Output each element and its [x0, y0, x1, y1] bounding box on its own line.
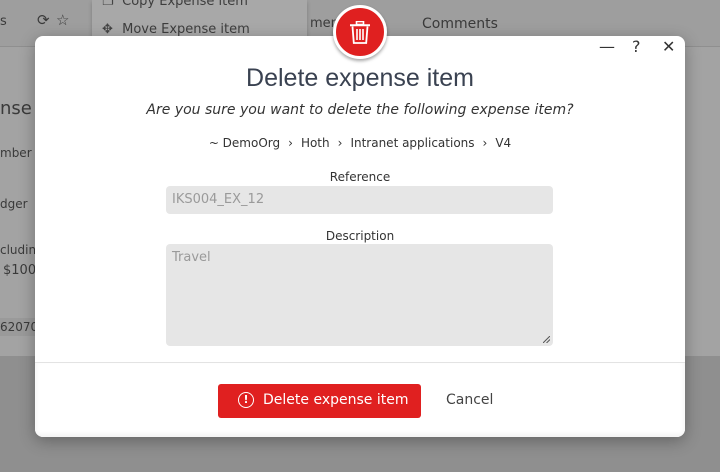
background-menu-item-label: Copy Expense item — [122, 0, 248, 9]
breadcrumb-item: Intranet applications — [350, 136, 475, 150]
description-label: Description — [325, 229, 395, 243]
background-topbar-text: s — [0, 14, 7, 29]
breadcrumb-separator-icon: › — [482, 136, 488, 150]
refresh-icon: ⟳ — [37, 11, 50, 29]
background-side-label: dger — [0, 197, 28, 211]
background-side-label: 62070 — [0, 320, 39, 334]
background-side-label: cludin — [0, 243, 37, 257]
close-button[interactable]: ✕ — [662, 38, 675, 56]
background-context-menu: ❐ Copy Expense item ✥ Move Expense item — [92, 0, 307, 40]
background-menu-item-copy: ❐ Copy Expense item — [102, 0, 248, 9]
breadcrumb: ~ DemoOrg › Hoth › Intranet applications › V4 — [0, 136, 720, 150]
background-tab-comments: Comments — [422, 16, 498, 32]
dialog-header-badge — [333, 5, 387, 59]
delete-expense-item-button[interactable]: ! Delete expense item — [218, 384, 421, 418]
dialog-title: Delete expense item — [246, 64, 474, 92]
reference-label: Reference — [329, 170, 391, 184]
breadcrumb-item: ~ DemoOrg — [208, 136, 281, 150]
breadcrumb-separator-icon: › — [337, 136, 343, 150]
background-menu-item-move: ✥ Move Expense item — [102, 22, 250, 37]
cancel-button[interactable]: Cancel — [446, 392, 493, 408]
reference-value: IKS004_EX_12 — [172, 192, 265, 207]
star-icon: ☆ — [56, 11, 70, 29]
trash-icon — [350, 21, 370, 44]
description-field: Travel — [166, 244, 553, 346]
background-menu-item-label: Move Expense item — [122, 22, 250, 37]
warning-circle-icon: ! — [238, 392, 254, 408]
resize-handle-icon[interactable] — [543, 336, 550, 343]
breadcrumb-separator-icon: › — [288, 136, 293, 150]
reference-field: IKS004_EX_12 — [166, 186, 553, 214]
dialog-subtitle: Are you sure you want to delete the foll… — [146, 102, 574, 118]
breadcrumb-item: Hoth — [300, 136, 330, 150]
delete-button-label: Delete expense item — [263, 392, 409, 408]
description-value: Travel — [172, 250, 211, 265]
copy-icon: ❐ — [102, 0, 114, 9]
minimize-button[interactable]: — — [599, 38, 615, 56]
help-button[interactable]: ? — [632, 38, 641, 56]
breadcrumb-item: V4 — [495, 136, 512, 150]
move-icon: ✥ — [102, 22, 113, 37]
